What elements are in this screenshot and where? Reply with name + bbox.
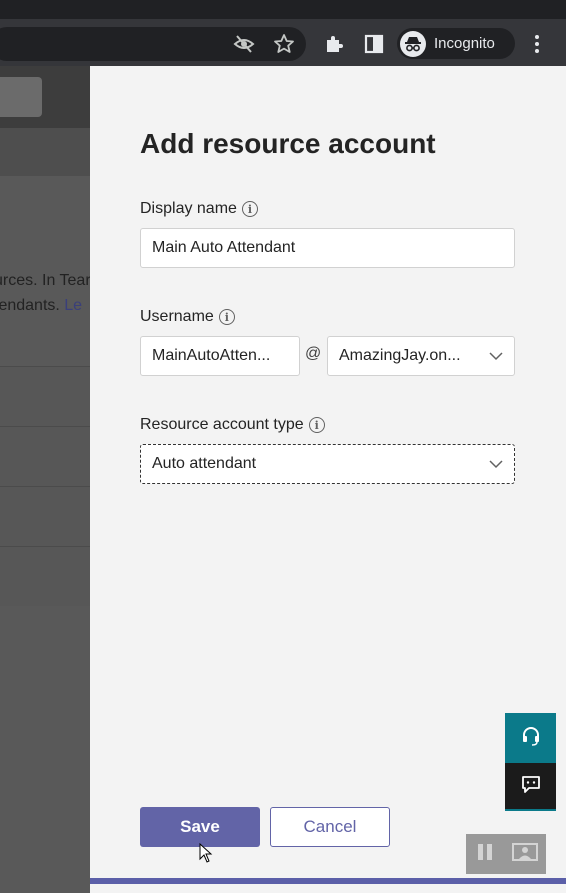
background-header — [0, 66, 90, 128]
chevron-down-icon — [488, 348, 504, 369]
help-headset-button[interactable] — [505, 713, 556, 763]
info-icon[interactable]: i — [241, 201, 258, 217]
background-page: urces. In Tear tendants. Le — [0, 66, 90, 893]
username-label: Username i — [140, 308, 235, 326]
kebab-menu-icon[interactable] — [524, 31, 550, 57]
info-icon[interactable]: i — [218, 309, 235, 325]
background-search — [0, 77, 42, 117]
add-resource-account-panel: Add resource account Display name i Main… — [90, 66, 566, 893]
background-row — [0, 426, 90, 486]
username-label-text: Username — [140, 308, 214, 325]
incognito-icon — [400, 30, 426, 57]
background-row — [0, 546, 90, 606]
feedback-button[interactable] — [505, 763, 556, 811]
account-type-dropdown[interactable]: Auto attendant — [140, 444, 515, 484]
domain-dropdown[interactable]: AmazingJay.on... — [327, 336, 515, 376]
profile-label: Incognito — [434, 35, 495, 52]
account-type-label: Resource account type i — [140, 416, 325, 434]
sidepanel-icon[interactable] — [361, 31, 387, 57]
mouse-cursor-icon — [199, 842, 213, 868]
account-type-value: Auto attendant — [152, 455, 257, 472]
background-learn-link: Le — [64, 297, 83, 314]
recording-controls[interactable] — [466, 834, 546, 874]
incognito-profile-chip[interactable]: Incognito — [397, 28, 515, 59]
chevron-down-icon — [488, 456, 504, 477]
background-text-line2: tendants. Le — [0, 297, 82, 315]
pause-icon[interactable] — [475, 842, 495, 867]
background-subheader — [0, 128, 90, 176]
background-row — [0, 486, 90, 546]
panel-title: Add resource account — [140, 128, 436, 159]
account-type-label-text: Resource account type — [140, 416, 304, 433]
save-button[interactable]: Save — [140, 807, 260, 847]
cancel-button[interactable]: Cancel — [270, 807, 390, 847]
star-icon[interactable] — [271, 31, 297, 57]
domain-value: AmazingJay.on... — [339, 347, 461, 364]
info-icon[interactable]: i — [308, 417, 325, 433]
display-name-label: Display name i — [140, 200, 258, 218]
at-sign: @ — [305, 345, 322, 362]
background-text-prefix: tendants. — [0, 297, 60, 314]
browser-toolbar: Incognito — [0, 22, 566, 66]
display-name-label-text: Display name — [140, 200, 237, 217]
address-bar[interactable] — [0, 27, 306, 61]
tab-strip — [0, 0, 566, 22]
chat-bubble-icon — [520, 773, 542, 800]
background-row — [0, 366, 90, 426]
headset-icon — [520, 725, 542, 752]
picture-in-picture-icon[interactable] — [511, 842, 538, 867]
eye-off-icon[interactable] — [231, 31, 257, 57]
display-name-input[interactable]: Main Auto Attendant — [140, 228, 515, 268]
extensions-icon[interactable] — [321, 31, 347, 57]
username-input[interactable]: MainAutoAtten... — [140, 336, 300, 376]
bottom-accent-bar — [90, 878, 566, 884]
background-text-line1: urces. In Tear — [0, 272, 90, 289]
